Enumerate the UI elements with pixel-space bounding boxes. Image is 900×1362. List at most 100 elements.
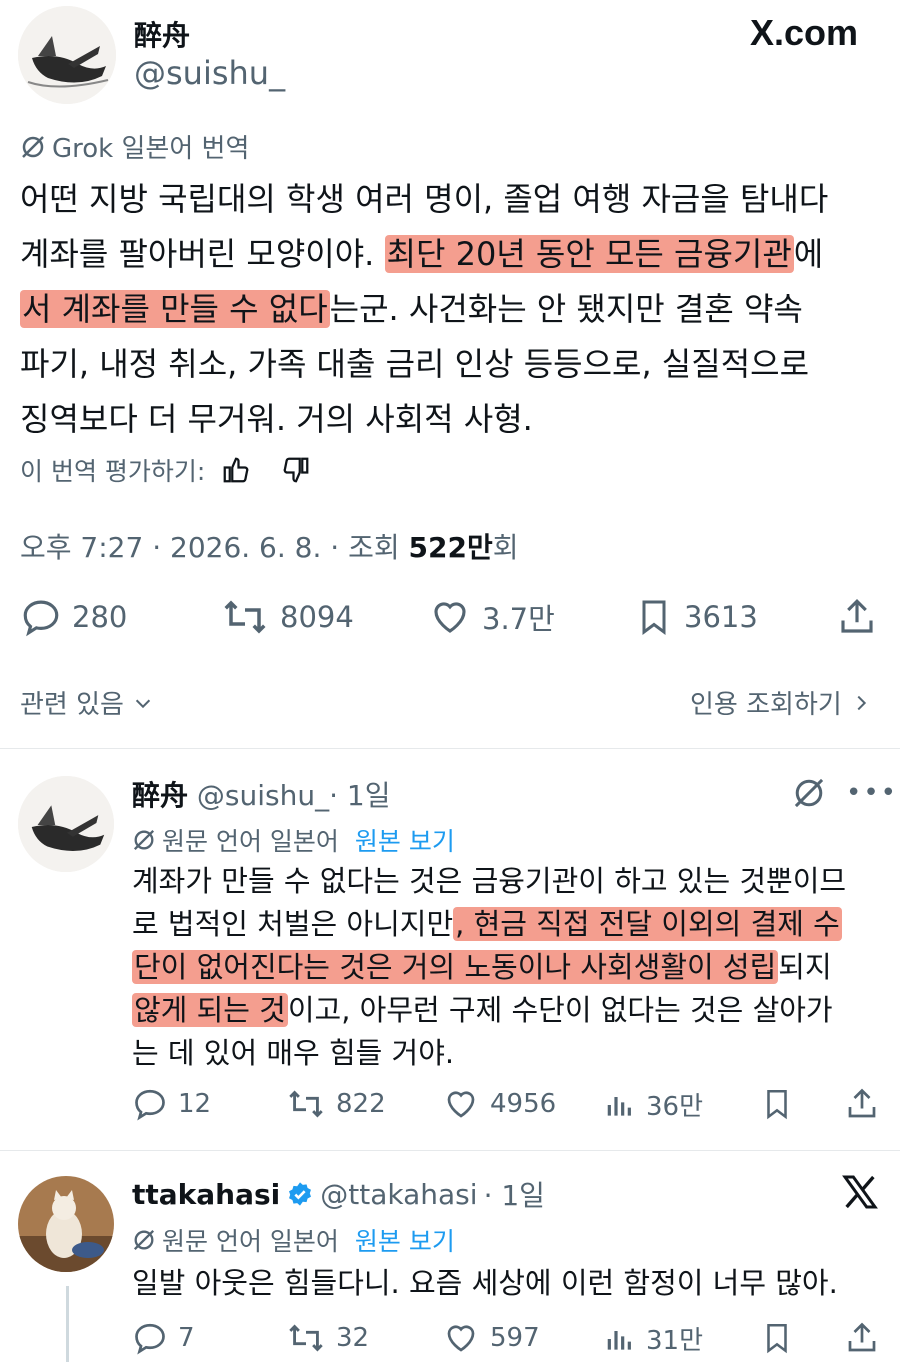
- author-avatar[interactable]: [18, 6, 116, 104]
- reply-time[interactable]: · 1일: [329, 779, 390, 812]
- share-button[interactable]: [844, 1320, 880, 1356]
- bookmark-count: 3613: [684, 600, 758, 634]
- reply-avatar[interactable]: [18, 1176, 114, 1272]
- post-line: 계좌를 팔아버린 모양이야. 최단 20년 동안 모든 금융기관에: [20, 227, 890, 282]
- reply-line: 않게 되는 것이고, 아무런 구제 수단이 없다는 것은 살아가: [132, 989, 892, 1032]
- reply-lang-label: 원문 언어 일본어: [162, 827, 339, 856]
- reply-time[interactable]: · 1일: [484, 1174, 545, 1214]
- repost-button[interactable]: 8094: [220, 596, 354, 638]
- reply-lang-row: 원문 언어 일본어 원본 보기: [132, 1222, 455, 1258]
- reply-count: 12: [178, 1089, 212, 1119]
- post-text-segment: 에: [793, 235, 824, 273]
- verified-badge-icon: [286, 1180, 314, 1208]
- view-quotes-label: 인용 조회하기: [690, 690, 842, 720]
- rate-translation-label: 이 번역 평가하기:: [20, 457, 206, 486]
- post-line: 징역보다 더 무거워. 거의 사회적 사형.: [20, 400, 533, 438]
- x-icon: [840, 1172, 880, 1212]
- highlighted-text: 서 계좌를 만들 수 없다: [20, 290, 330, 328]
- like-button[interactable]: 3.7만: [428, 596, 555, 638]
- more-options-icon[interactable]: •••: [846, 778, 898, 808]
- reply-icon: [132, 1320, 168, 1356]
- reply-icon: [132, 1086, 168, 1122]
- repost-button[interactable]: 822: [286, 1086, 386, 1122]
- reply-text-segment: 로 법적인 처벌은 아니지만: [132, 907, 454, 941]
- reply-button[interactable]: 280: [20, 596, 127, 638]
- grok-icon[interactable]: [792, 776, 826, 810]
- like-count: 597: [490, 1323, 540, 1353]
- highlighted-text: , 현금 직접 전달 이외의 결제 수: [453, 907, 842, 941]
- views-button[interactable]: 36만: [604, 1086, 703, 1123]
- related-dropdown[interactable]: 관련 있음: [20, 684, 154, 721]
- reply-button[interactable]: 7: [132, 1320, 195, 1356]
- view-count: 522만: [408, 531, 493, 564]
- reply-display-name[interactable]: 醉舟: [132, 779, 188, 812]
- grok-icon: [132, 828, 156, 852]
- bookmark-icon: [760, 1086, 794, 1122]
- repost-icon: [286, 1086, 326, 1122]
- view-original-link[interactable]: 원본 보기: [355, 822, 455, 858]
- reply-handle[interactable]: @suishu_: [197, 779, 329, 812]
- reply-icon: [20, 596, 62, 638]
- repost-count: 32: [336, 1323, 370, 1353]
- reply-line: 는 데 있어 매우 힘들 거야.: [132, 1036, 455, 1070]
- share-button[interactable]: [844, 1086, 880, 1122]
- reply-text-segment: 되지: [778, 950, 832, 984]
- heart-icon: [442, 1086, 480, 1122]
- repost-icon: [286, 1320, 326, 1356]
- view-original-link[interactable]: 원본 보기: [355, 1222, 455, 1258]
- reply-line: 계좌가 만들 수 없다는 것은 금융기관이 하고 있는 것뿐이므: [132, 864, 847, 898]
- share-button[interactable]: [836, 596, 878, 638]
- share-icon: [836, 596, 878, 638]
- bookmark-button[interactable]: [760, 1086, 794, 1122]
- reply-header: 醉舟 @suishu_· 1일: [132, 774, 391, 814]
- like-count: 3.7만: [482, 602, 555, 636]
- highlighted-text: 않게 되는 것: [132, 993, 288, 1027]
- reply-lang-row: 원문 언어 일본어 원본 보기: [132, 822, 455, 858]
- post-line: 어떤 지방 국립대의 학생 여러 명이, 졸업 여행 자금을 탐내다: [20, 180, 829, 218]
- view-count-suffix: 회: [492, 531, 519, 564]
- repost-count: 8094: [280, 600, 354, 634]
- divider: [0, 1150, 900, 1151]
- view-quotes-link[interactable]: 인용 조회하기: [690, 684, 872, 721]
- bookmark-button[interactable]: 3613: [634, 596, 758, 638]
- thumbs-up-icon[interactable]: [221, 455, 251, 485]
- post-meta: 오후 7:27 · 2026. 6. 8. · 조회 522만회: [20, 526, 519, 566]
- share-icon: [844, 1086, 880, 1122]
- reply-line: 로 법적인 처벌은 아니지만, 현금 직접 전달 이외의 결제 수: [132, 903, 892, 946]
- reply-handle[interactable]: @ttakahasi: [320, 1178, 477, 1211]
- post-text-segment: 는군. 사건화는 안 됐지만 결혼 약속: [329, 290, 803, 328]
- views-count: 36만: [646, 1092, 704, 1122]
- repost-icon: [220, 596, 270, 638]
- divider: [0, 748, 900, 749]
- reply-text: 계좌가 만들 수 없다는 것은 금융기관이 하고 있는 것뿐이므 로 법적인 처…: [132, 860, 892, 1075]
- repost-button[interactable]: 32: [286, 1320, 369, 1356]
- reply-header: ttakahasi @ttakahasi · 1일: [132, 1174, 545, 1214]
- reply-display-name[interactable]: ttakahasi: [132, 1178, 280, 1211]
- views-button[interactable]: 31만: [604, 1320, 703, 1357]
- like-count: 4956: [490, 1089, 557, 1119]
- views-count: 31만: [646, 1326, 704, 1356]
- reply-action-bar: 7 32 597 31만: [132, 1320, 882, 1360]
- thumbs-down-icon[interactable]: [281, 455, 311, 485]
- reply-button[interactable]: 12: [132, 1086, 211, 1122]
- like-button[interactable]: 597: [442, 1320, 540, 1356]
- rate-translation: 이 번역 평가하기:: [20, 452, 311, 488]
- reply-count: 7: [178, 1323, 195, 1353]
- post-timestamp[interactable]: 오후 7:27 · 2026. 6. 8. · 조회: [20, 531, 409, 564]
- chevron-right-icon: [850, 692, 872, 714]
- grok-icon: [20, 134, 46, 160]
- author-handle[interactable]: @suishu_: [134, 54, 285, 92]
- bookmark-button[interactable]: [760, 1320, 794, 1356]
- author-display-name[interactable]: 醉舟: [134, 14, 190, 54]
- like-button[interactable]: 4956: [442, 1086, 556, 1122]
- main-action-bar: 280 8094 3.7만 3613: [20, 592, 880, 642]
- highlighted-text: 최단 20년 동안 모든 금융기관: [384, 235, 794, 273]
- reply-count: 280: [72, 600, 128, 634]
- related-label: 관련 있음: [20, 690, 124, 720]
- repost-count: 822: [336, 1089, 386, 1119]
- reply-line: 단이 없어진다는 것은 거의 노동이나 사회생활이 성립되지: [132, 946, 892, 989]
- heart-icon: [428, 596, 472, 638]
- reply-lang-label: 원문 언어 일본어: [162, 1227, 339, 1256]
- highlighted-text: 단이 없어진다는 것은 거의 노동이나 사회생활이 성립: [132, 950, 779, 984]
- reply-avatar[interactable]: [18, 776, 114, 872]
